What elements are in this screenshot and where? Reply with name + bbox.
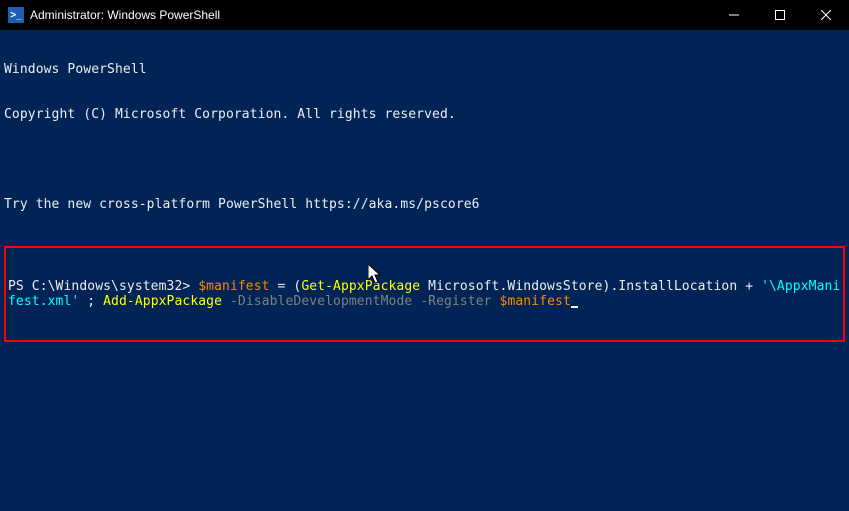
titlebar[interactable]: >_ Administrator: Windows PowerShell [0, 0, 849, 30]
terminal-area[interactable]: Windows PowerShell Copyright (C) Microso… [0, 30, 849, 361]
window-controls [711, 0, 849, 30]
minimize-icon [729, 10, 739, 20]
close-icon [821, 10, 831, 20]
token-parameter: -DisableDevelopmentMode [230, 294, 412, 309]
token-parameter: -Register [420, 294, 491, 309]
close-button[interactable] [803, 0, 849, 30]
maximize-button[interactable] [757, 0, 803, 30]
window-title: Administrator: Windows PowerShell [30, 8, 711, 22]
powershell-icon: >_ [8, 7, 24, 23]
command-line: PS C:\Windows\system32> $manifest = (Get… [8, 279, 841, 309]
token-variable: $manifest [500, 294, 571, 309]
copyright-line: Copyright (C) Microsoft Corporation. All… [4, 107, 845, 122]
minimize-button[interactable] [711, 0, 757, 30]
text-cursor [571, 306, 578, 308]
token-variable: $manifest [198, 279, 269, 294]
banner-line: Windows PowerShell [4, 62, 845, 77]
token-cmdlet: Get-AppxPackage [301, 279, 420, 294]
token-eq: = ( [270, 279, 302, 294]
blank-line [4, 152, 845, 167]
token-arg: Microsoft.WindowsStore).InstallLocation [420, 279, 745, 294]
token-cmdlet: AppxPackage [135, 294, 222, 309]
maximize-icon [775, 10, 785, 20]
token-cmdlet: Add- [103, 294, 135, 309]
token-plus: + [745, 279, 761, 294]
try-pscore-line: Try the new cross-platform PowerShell ht… [4, 197, 845, 212]
token-separator: ; [79, 294, 103, 309]
prompt-text: PS C:\Windows\system32> [8, 279, 198, 294]
command-highlight-box: PS C:\Windows\system32> $manifest = (Get… [4, 246, 845, 342]
